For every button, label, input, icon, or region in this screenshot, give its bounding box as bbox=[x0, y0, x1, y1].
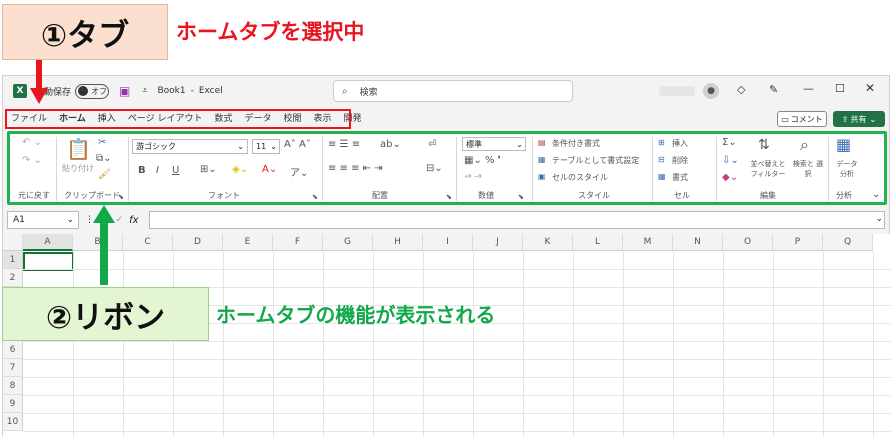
search-placeholder: 検索 bbox=[359, 87, 378, 98]
file-name: Book1 bbox=[157, 86, 186, 96]
grid-line bbox=[423, 251, 424, 437]
comment-label: コメント bbox=[790, 114, 823, 124]
fx-button[interactable]: fx bbox=[129, 215, 138, 226]
grid-line bbox=[823, 251, 824, 437]
column-header[interactable]: F bbox=[273, 234, 323, 251]
ribbon-callout-note: ホームタブの機能が表示される bbox=[216, 303, 496, 327]
row-header[interactable]: 8 bbox=[3, 377, 23, 395]
close-icon[interactable]: ✕ bbox=[865, 81, 875, 95]
name-box-value: A1 bbox=[13, 215, 25, 225]
comment-button[interactable]: ▭ コメント bbox=[777, 111, 827, 127]
qat-customize-icon[interactable]: ⩡ bbox=[142, 86, 147, 96]
grid-line bbox=[23, 395, 891, 396]
grid-line bbox=[373, 251, 374, 437]
name-box[interactable]: A1 ⌄ bbox=[7, 211, 79, 229]
excel-logo-icon: X bbox=[13, 84, 27, 98]
enter-icon[interactable]: ✓ bbox=[116, 215, 124, 225]
grid-line bbox=[23, 431, 891, 432]
grid-line bbox=[473, 251, 474, 437]
share-label: 共有 bbox=[850, 114, 867, 124]
tab-callout-box: ①タブ bbox=[2, 4, 168, 60]
title-separator: - bbox=[190, 86, 194, 96]
row-header[interactable]: 7 bbox=[3, 359, 23, 377]
search-icon: ⌕ bbox=[342, 85, 348, 97]
column-header[interactable]: M bbox=[623, 234, 673, 251]
row-header[interactable]: 10 bbox=[3, 413, 23, 431]
grid-line bbox=[623, 251, 624, 437]
grid-line bbox=[73, 251, 74, 437]
chevron-down-icon: ⌄ bbox=[869, 114, 877, 124]
column-header[interactable]: O bbox=[723, 234, 773, 251]
comment-icon: ▭ bbox=[781, 114, 789, 124]
column-header[interactable]: J bbox=[473, 234, 523, 251]
chevron-down-icon: ⌄ bbox=[66, 215, 74, 225]
save-icon[interactable]: ▣ bbox=[119, 84, 130, 98]
grid-line bbox=[273, 251, 274, 437]
green-arrow-icon bbox=[93, 205, 115, 285]
share-button[interactable]: ⇪ 共有 ⌄ bbox=[833, 111, 885, 127]
column-header[interactable]: P bbox=[773, 234, 823, 251]
column-header[interactable]: E bbox=[223, 234, 273, 251]
column-header[interactable]: C bbox=[123, 234, 173, 251]
maximize-icon[interactable]: ☐ bbox=[835, 82, 845, 95]
grid-line bbox=[123, 251, 124, 437]
column-header[interactable]: N bbox=[673, 234, 723, 251]
column-header[interactable]: G bbox=[323, 234, 373, 251]
column-header[interactable]: A bbox=[23, 234, 73, 251]
select-all-corner[interactable] bbox=[3, 234, 23, 251]
title-bar: X 自動保存 オフ ▣ ⩡ Book1 - Excel ⌕ 検索 ● ◇ ✎ —… bbox=[3, 76, 891, 106]
grid-line bbox=[673, 251, 674, 437]
grid-line bbox=[523, 251, 524, 437]
autosave-toggle[interactable]: オフ bbox=[75, 83, 110, 99]
pen-icon[interactable]: ✎ bbox=[769, 83, 778, 96]
ribbon-callout-box: ②リボン bbox=[2, 287, 209, 341]
grid-line bbox=[173, 251, 174, 437]
formula-bar: A1⌄ ⋮ ✕ ✓ fx ⌄ bbox=[3, 209, 891, 231]
grid-line bbox=[23, 413, 891, 414]
grid-line bbox=[723, 251, 724, 437]
red-arrow-icon bbox=[30, 60, 48, 104]
grid-line bbox=[23, 341, 891, 342]
app-name: Excel bbox=[198, 86, 223, 96]
row-header[interactable]: 2 bbox=[3, 269, 23, 287]
tab-callout-note: ホームタブを選択中 bbox=[176, 20, 365, 44]
grid-line bbox=[23, 359, 891, 360]
diamond-icon[interactable]: ◇ bbox=[737, 83, 745, 96]
toggle-state: オフ bbox=[91, 86, 108, 96]
column-header[interactable]: I bbox=[423, 234, 473, 251]
search-box[interactable]: ⌕ 検索 bbox=[333, 80, 573, 102]
share-icon: ⇪ bbox=[841, 114, 849, 124]
grid-line bbox=[23, 269, 891, 270]
row-header[interactable]: 1 bbox=[3, 251, 23, 269]
grid-line bbox=[223, 251, 224, 437]
formula-input[interactable] bbox=[149, 211, 885, 229]
column-header[interactable]: H bbox=[373, 234, 423, 251]
tab-highlight-box bbox=[5, 109, 351, 129]
row-header[interactable]: 9 bbox=[3, 395, 23, 413]
row-header[interactable]: 6 bbox=[3, 341, 23, 359]
grid-line bbox=[323, 251, 324, 437]
grid-line bbox=[23, 377, 891, 378]
toggle-knob-icon bbox=[78, 86, 89, 96]
column-header[interactable]: D bbox=[173, 234, 223, 251]
ribbon-highlight-box bbox=[7, 131, 887, 205]
formula-expand-icon[interactable]: ⌄ bbox=[875, 214, 883, 224]
avatar-icon[interactable]: ● bbox=[703, 83, 719, 99]
account-placeholder bbox=[659, 86, 695, 96]
column-header[interactable]: L bbox=[573, 234, 623, 251]
column-header[interactable]: K bbox=[523, 234, 573, 251]
grid-line bbox=[773, 251, 774, 437]
column-header[interactable]: Q bbox=[823, 234, 873, 251]
grid-line bbox=[573, 251, 574, 437]
grid-line bbox=[873, 251, 874, 437]
minimize-icon[interactable]: — bbox=[803, 82, 814, 95]
excel-window: X 自動保存 オフ ▣ ⩡ Book1 - Excel ⌕ 検索 ● ◇ ✎ —… bbox=[2, 75, 891, 437]
